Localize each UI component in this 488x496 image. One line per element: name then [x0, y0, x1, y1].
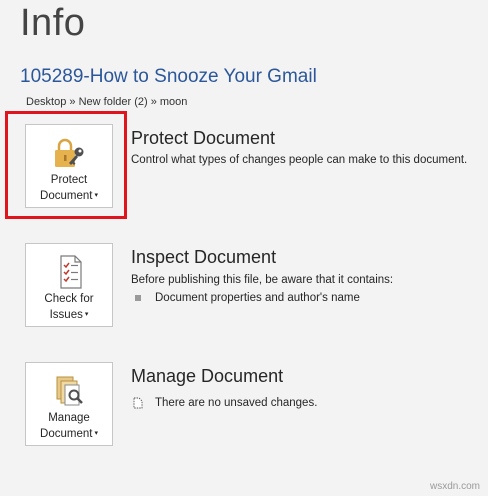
document-icon	[133, 397, 143, 409]
list-item: There are no unsaved changes.	[133, 397, 317, 409]
check-for-issues-button[interactable]: Check for Issues ▾	[25, 243, 113, 327]
chevron-down-icon: ▾	[94, 430, 98, 437]
manage-document-button[interactable]: Manage Document ▾	[25, 362, 113, 446]
protect-document-title: Protect Document	[131, 128, 276, 148]
inspect-document-description: Before publishing this file, be aware th…	[131, 274, 394, 286]
chevron-down-icon: ▾	[84, 311, 89, 318]
inspect-document-title: Inspect Document	[131, 247, 277, 267]
manage-document-label: Manage Document ▾	[40, 412, 98, 440]
watermark: wsxdn.com	[429, 481, 480, 492]
checklist-document-icon	[49, 254, 89, 290]
manage-document-title: Manage Document	[131, 366, 284, 386]
breadcrumb: Desktop » New folder (2) » moon	[26, 96, 188, 108]
document-search-icon	[49, 373, 89, 409]
page-title: Info	[20, 2, 86, 44]
highlight-box	[5, 111, 127, 219]
protect-document-description: Control what types of changes people can…	[131, 154, 468, 166]
bullet-icon	[135, 295, 141, 301]
document-name: 105289-How to Snooze Your Gmail	[20, 66, 317, 87]
check-for-issues-label: Check for Issues ▾	[44, 293, 94, 321]
list-item: Document properties and author's name	[135, 292, 360, 304]
